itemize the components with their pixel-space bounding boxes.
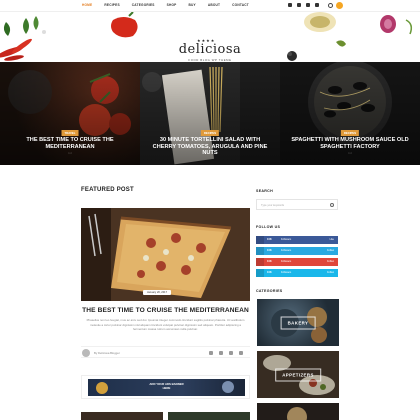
follower-label: Followers: [281, 260, 292, 264]
twitter-icon: [256, 247, 264, 255]
google-plus-icon[interactable]: [229, 351, 233, 355]
facebook-icon[interactable]: [209, 351, 213, 355]
search-placeholder: Type your keywords: [261, 203, 285, 207]
follow-action[interactable]: Follow: [327, 271, 334, 274]
category-tile-dessert[interactable]: [257, 403, 339, 420]
facebook-icon[interactable]: [288, 3, 292, 7]
slide[interactable]: Travel The Best Time to Cruise the Medit…: [0, 62, 140, 165]
search-widget-title: Search: [256, 189, 273, 193]
twitter-icon[interactable]: [297, 3, 301, 7]
vimeo-icon: [256, 269, 264, 277]
slide-meta: ○ ○: [208, 152, 212, 155]
follow-twitter[interactable]: 10K Followers Follow: [256, 247, 338, 255]
nav-link-shop[interactable]: Shop: [167, 3, 177, 7]
featured-post-image[interactable]: January 20, 2017: [81, 208, 250, 301]
slide-category-badge[interactable]: Travel: [61, 130, 79, 136]
search-icon[interactable]: [328, 3, 333, 8]
nav-link-categories[interactable]: Categories: [132, 3, 155, 7]
featured-slider: Travel The Best Time to Cruise the Medit…: [0, 62, 420, 165]
slide-category-badge[interactable]: Recipes: [200, 130, 220, 136]
header-social-links: [288, 3, 319, 7]
follow-facebook[interactable]: 10K Followers Like: [256, 236, 338, 244]
follower-count: 10K: [267, 249, 272, 253]
ad-banner-text: Add Your Ads Banner Here: [88, 382, 245, 390]
post-thumbnail[interactable]: [81, 412, 163, 420]
ad-banner-line-2: Here: [162, 385, 171, 390]
featured-post-title[interactable]: The Best Time to Cruise the Mediterranea…: [81, 307, 250, 314]
follow-action[interactable]: Like: [330, 238, 334, 241]
google-plus-icon: [256, 258, 264, 266]
nav-link-buy[interactable]: Buy: [188, 3, 195, 7]
facebook-icon: [256, 236, 264, 244]
youtube-icon[interactable]: [315, 3, 319, 7]
slide-title[interactable]: The Best Time to Cruise the Mediterranea…: [8, 137, 132, 150]
ad-banner[interactable]: Add Your Ads Banner Here: [81, 375, 250, 399]
nav-link-recipes[interactable]: Recipes: [104, 3, 119, 7]
category-tile-appetizers[interactable]: Appetizers: [257, 351, 339, 398]
slide-meta: ○ ○: [68, 152, 72, 155]
post-footer: By Deliciosa Blogger: [81, 346, 250, 358]
slide[interactable]: Recipes Spaghetti with Mushroom Sauce Ol…: [280, 62, 420, 165]
follow-vimeo[interactable]: 10K Followers Follow: [256, 269, 338, 277]
nav-link-home[interactable]: Home: [82, 3, 92, 7]
slide-title[interactable]: Spaghetti with Mushroom Sauce Old Spaghe…: [288, 137, 412, 150]
post-date-badge: January 20, 2017: [143, 290, 172, 295]
slide-category-badge[interactable]: Recipes: [340, 130, 360, 136]
search-input[interactable]: Type your keywords: [256, 199, 338, 210]
follower-count: 10K: [267, 238, 272, 242]
avatar[interactable]: [82, 349, 90, 357]
nav-link-contact[interactable]: Contact: [232, 3, 249, 7]
search-icon[interactable]: [330, 203, 334, 207]
follow-google-plus[interactable]: 10K Followers Follow: [256, 258, 338, 266]
follower-count: 10K: [267, 260, 272, 264]
slide-meta: ○ ○: [348, 152, 352, 155]
featured-post-heading: Featured Post: [81, 187, 134, 193]
pizza-image: [81, 208, 250, 301]
ad-banner-image: Add Your Ads Banner Here: [88, 379, 245, 396]
red-pepper-decoration: [111, 12, 138, 38]
category-label[interactable]: Appetizers: [275, 368, 321, 381]
post-grid-preview: [81, 412, 250, 420]
author-name[interactable]: By Deliciosa Blogger: [94, 351, 120, 355]
site-header: ★★★★ deliciosa Food Blog WP Theme: [0, 12, 420, 62]
top-navigation: Home Recipes Categories Shop Buy About C…: [0, 0, 420, 12]
follower-label: Followers: [281, 271, 292, 275]
cart-icon[interactable]: [336, 2, 343, 9]
category-label[interactable]: Bakery: [280, 316, 316, 329]
main-menu: Home Recipes Categories Shop Buy About C…: [82, 3, 261, 7]
category-overlay: [257, 403, 339, 420]
follow-action[interactable]: Follow: [327, 260, 334, 263]
follow-action[interactable]: Follow: [327, 249, 334, 252]
categories-widget-title: Categories: [256, 289, 283, 293]
nav-link-about[interactable]: About: [208, 3, 220, 7]
featured-post-excerpt: Phasellus non leo feugiat, mus ac arcu s…: [86, 318, 245, 331]
site-logo[interactable]: deliciosa: [0, 42, 420, 57]
google-plus-icon[interactable]: [306, 3, 310, 7]
follower-label: Followers: [281, 238, 292, 242]
pinterest-icon[interactable]: [239, 351, 243, 355]
category-tile-bakery[interactable]: Bakery: [257, 299, 339, 346]
twitter-icon[interactable]: [219, 351, 223, 355]
follower-count: 10K: [267, 271, 272, 275]
slide[interactable]: Recipes 30 Minute Tortellini Salad with …: [140, 62, 280, 165]
post-thumbnail[interactable]: [168, 412, 250, 420]
follower-label: Followers: [281, 249, 292, 253]
follow-widget-title: Follow Us: [256, 225, 281, 229]
